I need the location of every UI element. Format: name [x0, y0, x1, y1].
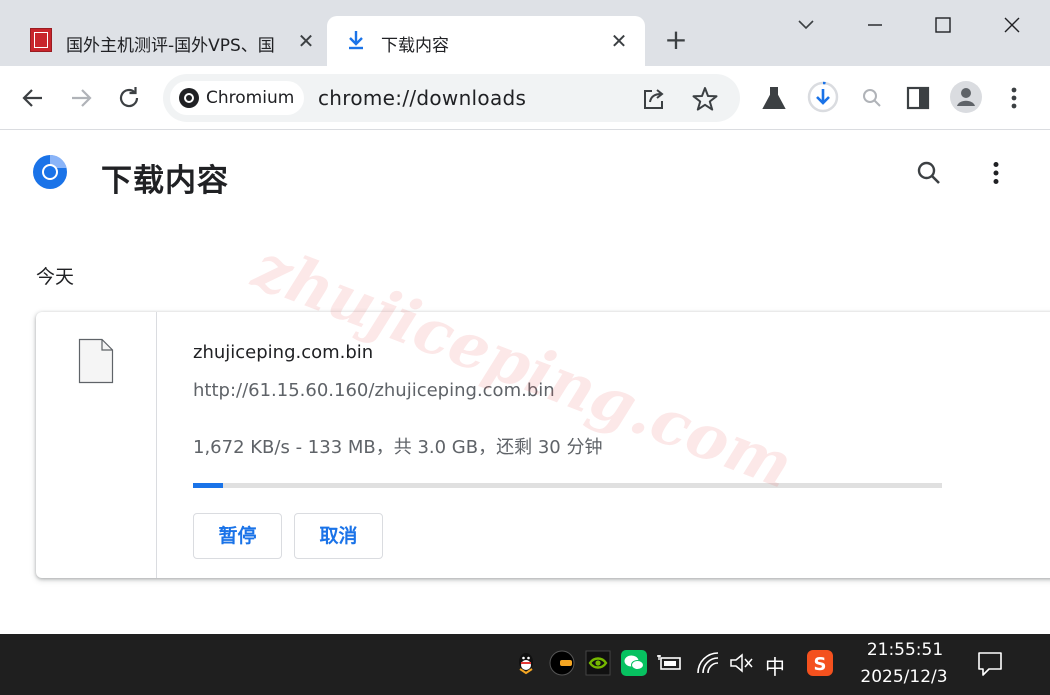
download-favicon-icon — [349, 31, 363, 50]
side-panel-icon[interactable] — [902, 82, 934, 114]
download-progress-icon[interactable] — [806, 80, 840, 114]
minimize-icon[interactable] — [855, 10, 895, 40]
tab-downloads[interactable]: 下载内容 ✕ — [327, 16, 645, 66]
clock-time[interactable]: 21:55:51 — [860, 640, 950, 660]
qq-penguin-icon[interactable] — [512, 649, 540, 677]
app-tray-icon[interactable] — [548, 649, 576, 677]
notification-center-icon[interactable] — [976, 650, 1004, 678]
bookmark-star-icon[interactable] — [691, 85, 719, 113]
tab-strip: 国外主机测评-国外VPS、国 ✕ 下载内容 ✕ + — [0, 0, 1050, 66]
volume-muted-icon[interactable] — [728, 649, 756, 677]
url-text[interactable]: chrome://downloads — [318, 86, 526, 110]
labs-flask-icon[interactable] — [758, 82, 790, 114]
download-progress-bar — [193, 483, 942, 488]
maximize-icon[interactable] — [923, 10, 963, 40]
omnibox[interactable]: Chromium chrome://downloads — [163, 74, 740, 122]
clock-date[interactable]: 2025/12/3 — [852, 667, 956, 687]
search-icon[interactable] — [914, 158, 944, 188]
profile-avatar-icon[interactable] — [949, 80, 983, 114]
more-options-icon[interactable] — [981, 158, 1011, 188]
back-arrow-icon[interactable] — [17, 82, 49, 114]
date-section-heading: 今天 — [36, 266, 75, 288]
file-name: zhujiceping.com.bin — [193, 342, 374, 363]
tab-close-icon[interactable]: ✕ — [607, 29, 631, 53]
download-progress-fill — [193, 483, 223, 488]
chip-label: Chromium — [206, 88, 295, 108]
pause-button[interactable]: 暂停 — [193, 513, 282, 559]
reload-icon[interactable] — [113, 82, 145, 114]
zoom-search-icon[interactable] — [856, 82, 888, 114]
windows-taskbar: 中 S 21:55:51 2025/12/3 — [0, 634, 1050, 695]
file-icon — [78, 338, 114, 384]
svg-text:S: S — [814, 654, 827, 675]
tab-close-icon[interactable]: ✕ — [294, 29, 318, 53]
wechat-icon[interactable] — [620, 649, 648, 677]
site-favicon-icon — [30, 28, 52, 52]
chromium-page-logo-icon — [33, 154, 67, 189]
chromium-logo-icon — [179, 88, 199, 108]
tab-title: 国外主机测评-国外VPS、国 — [66, 36, 275, 56]
browser-toolbar: Chromium chrome://downloads — [0, 66, 1050, 130]
wifi-icon[interactable] — [694, 649, 722, 677]
share-icon[interactable] — [641, 86, 667, 112]
download-status: 1,672 KB/s - 133 MB，共 3.0 GB，还剩 30 分钟 — [193, 437, 603, 458]
new-tab-button[interactable]: + — [658, 25, 694, 57]
battery-plug-icon[interactable] — [656, 649, 684, 677]
sogou-input-icon[interactable]: S — [806, 649, 834, 677]
nvidia-icon[interactable] — [584, 649, 612, 677]
input-method-indicator[interactable]: 中 — [765, 651, 785, 680]
cancel-button[interactable]: 取消 — [294, 513, 383, 559]
close-window-icon[interactable] — [992, 10, 1032, 40]
forward-arrow-icon[interactable] — [65, 82, 97, 114]
page-title: 下载内容 — [101, 163, 229, 199]
tab-zhujiceping[interactable]: 国外主机测评-国外VPS、国 ✕ — [14, 16, 326, 66]
card-divider — [156, 312, 157, 578]
tab-title: 下载内容 — [381, 36, 449, 56]
tab-search-chevron-down-icon[interactable] — [786, 10, 826, 40]
menu-dots-icon[interactable] — [998, 82, 1030, 114]
chromium-chip[interactable]: Chromium — [170, 81, 304, 115]
